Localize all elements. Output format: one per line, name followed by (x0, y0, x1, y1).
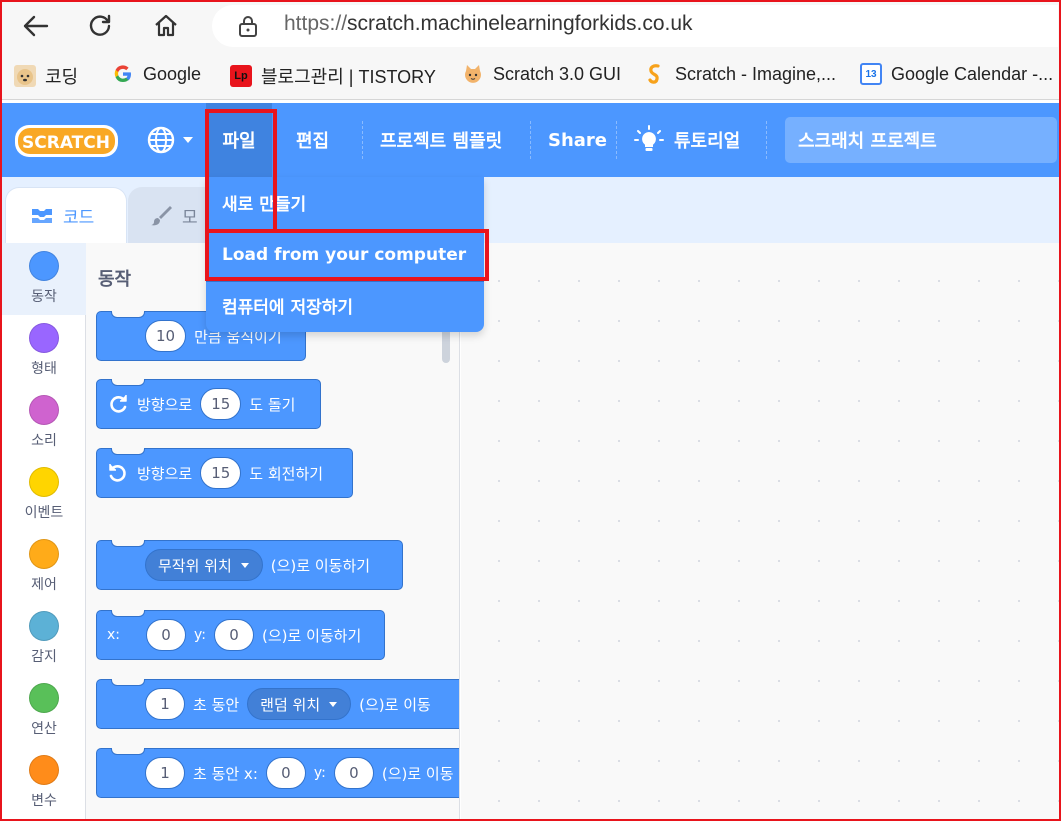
tab-code[interactable]: 코드 (5, 187, 127, 243)
category-motion[interactable]: 동작 (2, 243, 86, 315)
dog-favicon-icon (14, 65, 36, 87)
glide-target-dropdown[interactable]: 랜덤 위치 (247, 688, 352, 720)
lp-favicon-icon: Lp (230, 65, 252, 87)
menu-item-save-to-computer[interactable]: 컴퓨터에 저장하기 (206, 280, 484, 330)
turn-left-degrees-input[interactable]: 15 (200, 457, 242, 489)
palette-section-title: 동작 (98, 269, 132, 290)
category-dot (29, 323, 59, 353)
google-favicon-icon (112, 63, 134, 85)
globe-icon (147, 126, 175, 154)
bookmark-google-calendar[interactable]: 13 Google Calendar -... (860, 63, 1053, 85)
file-dropdown-menu: 새로 만들기 Load from your computer 컴퓨터에 저장하기 (206, 177, 484, 332)
url-text: https://scratch.machinelearningforkids.c… (284, 12, 693, 35)
logo-text: SCRATCH (22, 133, 110, 153)
category-dot (29, 467, 59, 497)
tutorials-button[interactable]: 튜토리얼 (634, 103, 740, 177)
scratch-favicon-icon (644, 63, 666, 85)
bookmark-coding[interactable]: 코딩 (14, 63, 78, 89)
lock-icon (239, 16, 257, 37)
block-goto-xy[interactable]: x: 0 y: 0 (으)로 이동하기 (96, 610, 385, 660)
block-goto-target[interactable]: 무작위 위치 (으)로 이동하기 (96, 540, 403, 590)
paintbrush-icon (151, 206, 172, 226)
script-workspace[interactable] (461, 243, 1059, 819)
category-looks[interactable]: 형태 (2, 315, 86, 387)
back-button[interactable] (15, 6, 55, 46)
category-sensing[interactable]: 감지 (2, 603, 86, 675)
glide-y-input[interactable]: 0 (333, 757, 374, 789)
category-dot (29, 251, 59, 281)
language-button[interactable] (146, 103, 194, 177)
home-button[interactable] (146, 6, 186, 46)
back-arrow-icon (23, 15, 49, 37)
turn-right-degrees-input[interactable]: 15 (200, 388, 242, 420)
editor-tabs: 코드 모 (2, 177, 1059, 243)
block-glide-target[interactable]: 1 초 동안 랜덤 위치 (으)로 이동 (96, 679, 459, 729)
bookmarks-bar: 코딩 Google Lp 블로그관리 | TISTORY Scratch 3.0… (0, 52, 1061, 100)
block-glide-xy[interactable]: 1 초 동안 x: 0 y: 0 (으)로 이동 (96, 748, 459, 798)
category-dot (29, 683, 59, 713)
category-dot (29, 395, 59, 425)
scratch-menu-bar: SCRATCH 파일 편집 프로젝트 템플릿 Share 튜토리얼 스크래치 프… (2, 103, 1059, 177)
bookmark-google[interactable]: Google (112, 63, 201, 85)
goto-x-input[interactable]: 0 (146, 619, 187, 651)
bookmark-tistory[interactable]: Lp 블로그관리 | TISTORY (230, 63, 436, 89)
menu-separator (616, 121, 617, 159)
menu-item-new[interactable]: 새로 만들기 (206, 177, 484, 227)
category-dot (29, 539, 59, 569)
rotate-right-icon (110, 395, 127, 413)
block-turn-right[interactable]: 방향으로 15 도 돌기 (96, 379, 321, 429)
dropdown-caret-icon (329, 701, 338, 707)
rotate-left-icon (109, 464, 126, 482)
file-menu[interactable]: 파일 (206, 103, 272, 177)
category-dot (29, 611, 59, 641)
move-steps-input[interactable]: 10 (145, 320, 187, 352)
calendar-favicon-icon: 13 (860, 63, 882, 85)
home-icon (155, 14, 177, 37)
bookmark-scratch-imagine[interactable]: Scratch - Imagine,... (644, 63, 836, 85)
lightbulb-icon (634, 125, 664, 151)
category-dot (29, 755, 59, 785)
glide-xy-seconds-input[interactable]: 1 (145, 757, 185, 789)
code-blocks-icon (32, 208, 52, 223)
dropdown-caret-icon (240, 562, 249, 568)
category-menu: 동작 형태 소리 이벤트 제어 감지 연산 변수 (2, 243, 86, 819)
glide-x-input[interactable]: 0 (265, 757, 306, 789)
bookmark-scratch-gui[interactable]: Scratch 3.0 GUI (462, 63, 621, 85)
reload-button[interactable] (80, 6, 120, 46)
category-sound[interactable]: 소리 (2, 387, 86, 459)
project-title-input[interactable]: 스크래치 프로젝트 (785, 117, 1057, 163)
browser-toolbar: https://scratch.machinelearningforkids.c… (0, 0, 1061, 52)
share-button[interactable]: Share (548, 103, 607, 177)
category-operators[interactable]: 연산 (2, 675, 86, 747)
edit-menu[interactable]: 편집 (296, 103, 329, 177)
category-control[interactable]: 제어 (2, 531, 86, 603)
project-templates-menu[interactable]: 프로젝트 템플릿 (380, 103, 502, 177)
reload-icon (89, 14, 111, 36)
glide-seconds-input[interactable]: 1 (145, 688, 185, 720)
scratch-logo[interactable]: SCRATCH (14, 122, 119, 160)
menu-separator (766, 121, 767, 159)
caret-down-icon (183, 137, 193, 143)
goto-target-dropdown[interactable]: 무작위 위치 (145, 549, 263, 581)
category-variables[interactable]: 변수 (2, 747, 86, 819)
menu-item-load-from-computer[interactable]: Load from your computer (206, 230, 484, 280)
menu-separator (530, 121, 531, 159)
goto-y-input[interactable]: 0 (214, 619, 254, 651)
menu-separator (362, 121, 363, 159)
block-turn-left[interactable]: 방향으로 15 도 회전하기 (96, 448, 353, 498)
category-events[interactable]: 이벤트 (2, 459, 86, 531)
cat-favicon-icon (462, 63, 484, 85)
